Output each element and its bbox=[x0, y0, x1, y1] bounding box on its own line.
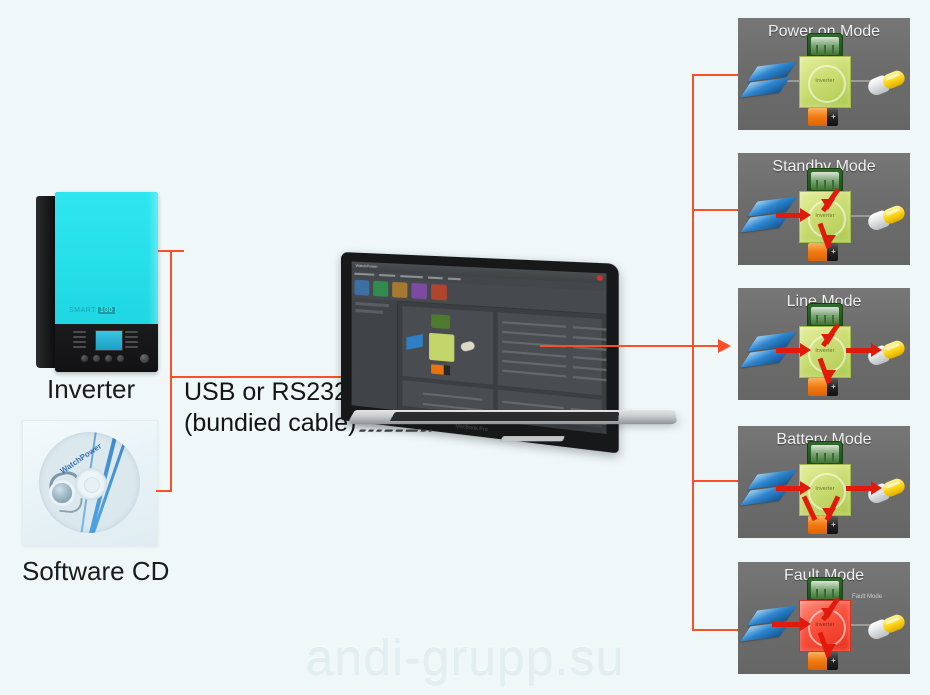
inverter-power-knob bbox=[140, 354, 149, 363]
software-cd-image: WatchPower bbox=[22, 420, 158, 546]
flow-head-inverter-to-battery-icon bbox=[822, 370, 836, 381]
mode-diagram: Inverter + bbox=[738, 303, 910, 400]
mode-diagram: Inverter + bbox=[738, 441, 910, 538]
laptop-port-row bbox=[358, 428, 433, 433]
cable-label-line2: (bundied cable) bbox=[184, 409, 357, 437]
inverter-product-image: SMART 100 bbox=[36, 192, 158, 372]
cd-disc: WatchPower bbox=[39, 432, 140, 533]
connector-cd-branch bbox=[156, 490, 172, 492]
inverter-brand-badge: 100 bbox=[97, 307, 116, 314]
light-bulb-icon bbox=[865, 66, 909, 102]
software-title-text: WatchPower bbox=[355, 262, 378, 269]
software-solar-icon bbox=[406, 334, 423, 350]
inverter-button-row bbox=[81, 355, 124, 362]
connector-right-trunk bbox=[692, 74, 694, 630]
cable-label: USB or RS232 (bundied cable) bbox=[184, 377, 356, 439]
software-info-group-basic bbox=[496, 311, 607, 397]
connector-branch-standby bbox=[692, 209, 738, 211]
flow-head-solar-to-inverter-icon bbox=[800, 343, 811, 357]
laptop-trackpad[interactable] bbox=[499, 436, 565, 442]
laptop-keyboard[interactable] bbox=[389, 412, 619, 422]
mode-diagram: Fault Mode Inverter + bbox=[738, 577, 910, 674]
inverter-ring bbox=[808, 65, 846, 103]
software-tree-sidebar[interactable] bbox=[351, 297, 399, 411]
connector-left-trunk bbox=[170, 250, 172, 492]
software-grid-icon bbox=[431, 314, 451, 330]
mode-panel-power-on[interactable]: Power on Mode Inverter + bbox=[738, 18, 910, 130]
flow-head-solar-to-inverter-icon bbox=[800, 481, 811, 495]
battery-icon: + bbox=[808, 108, 840, 126]
flow-head-battery-icon bbox=[822, 508, 836, 519]
connector-branch-battery bbox=[692, 480, 738, 482]
flow-inverter-to-load bbox=[846, 348, 874, 353]
flow-solar-to-inverter bbox=[776, 486, 802, 491]
light-bulb-icon bbox=[865, 201, 909, 237]
laptop-model-text: MacBook Pro bbox=[455, 423, 488, 434]
flow-solar-to-inverter bbox=[772, 622, 802, 627]
software-cd-caption: Software CD bbox=[22, 556, 170, 586]
inverter-cyan-cover: SMART 100 bbox=[55, 192, 158, 324]
flow-solar-to-inverter bbox=[776, 348, 802, 353]
software-load-icon bbox=[459, 340, 476, 353]
inverter-icon-label: Inverter bbox=[815, 78, 835, 84]
inverter-front-face: SMART 100 bbox=[55, 192, 158, 372]
software-flow-diagram bbox=[401, 304, 495, 386]
mode-panel-fault[interactable]: Fault Mode Fault Mode Inverter + bbox=[738, 562, 910, 674]
cd-center-hub bbox=[74, 467, 107, 500]
arrow-to-modes-icon bbox=[718, 339, 731, 353]
inverter-led-group-right bbox=[125, 331, 141, 348]
software-inverter-icon bbox=[429, 332, 455, 363]
flow-head-inverter-to-load-icon bbox=[871, 343, 882, 357]
mode-panel-standby[interactable]: Standby Mode Inverter + bbox=[738, 153, 910, 265]
flow-inverter-to-load bbox=[846, 486, 874, 491]
inverter-brand-text: SMART bbox=[69, 307, 96, 314]
mode-panel-line[interactable]: Line Mode Inverter + bbox=[738, 288, 910, 400]
laptop-image: WatchPower MacBook Pro bbox=[333, 252, 683, 454]
mode-diagram: Inverter + bbox=[738, 33, 910, 130]
diagram-canvas: andi-grupp.su SMART 100 Inverter WatchPo… bbox=[0, 0, 930, 695]
inverter-icon: Inverter bbox=[799, 56, 851, 108]
connector-branch-line bbox=[540, 345, 720, 347]
flow-head-grid-to-inverter-icon bbox=[821, 608, 835, 619]
flow-solar-to-inverter bbox=[776, 213, 802, 218]
connector-branch-power-on bbox=[692, 74, 738, 76]
solar-panel-icon bbox=[740, 61, 797, 102]
fault-note-label: Fault Mode bbox=[852, 594, 883, 600]
inverter-led-group-left bbox=[73, 331, 89, 348]
flow-head-solar-to-inverter-icon bbox=[800, 617, 811, 631]
inverter-ring bbox=[808, 473, 846, 511]
flow-head-inverter-to-battery-icon bbox=[822, 644, 836, 655]
inverter-lcd-screen bbox=[95, 330, 123, 351]
connector-branch-fault bbox=[692, 629, 738, 631]
light-bulb-icon bbox=[865, 610, 909, 646]
flow-head-inverter-to-battery-icon bbox=[822, 235, 836, 246]
flow-head-grid-to-inverter-icon bbox=[821, 199, 835, 210]
flow-head-inverter-to-load-icon bbox=[871, 481, 882, 495]
inverter-caption: Inverter bbox=[47, 374, 136, 404]
software-battery-icon bbox=[431, 364, 451, 376]
window-close-icon[interactable] bbox=[596, 275, 603, 282]
flow-head-grid-to-inverter-icon bbox=[821, 334, 835, 345]
laptop-screen: WatchPower bbox=[351, 261, 607, 434]
inverter-brand-label: SMART 100 bbox=[69, 307, 116, 314]
cable-label-line1: USB or RS232 bbox=[184, 378, 348, 406]
inverter-control-panel bbox=[55, 324, 158, 372]
mode-diagram: Inverter + bbox=[738, 168, 910, 265]
flow-head-solar-to-inverter-icon bbox=[800, 208, 811, 222]
mode-panel-battery[interactable]: Battery Mode Inverter + bbox=[738, 426, 910, 538]
